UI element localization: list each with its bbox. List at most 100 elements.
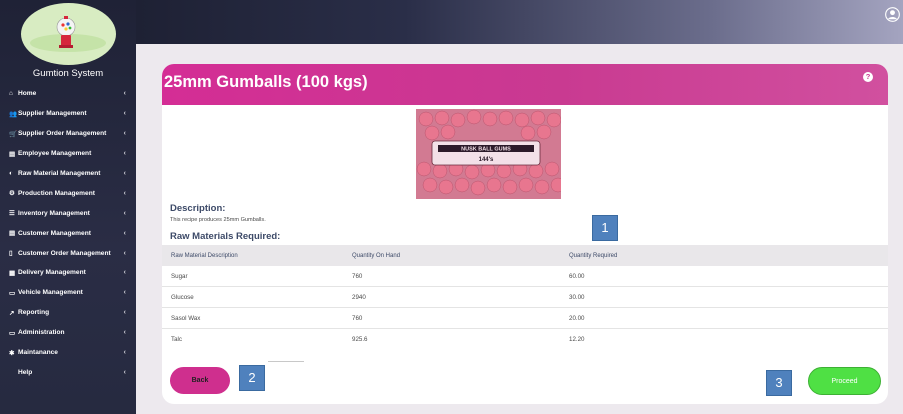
globe-icon: ◐ (9, 170, 13, 177)
sidebar-item-label: Vehicle Management (18, 289, 83, 297)
chart-icon: ↗ (9, 309, 15, 317)
table-cell: 760 (352, 272, 363, 280)
home-icon: ⌂ (9, 90, 13, 98)
table-row: Sugar 760 60.00 (162, 266, 888, 287)
sidebar-item-vehicle-management[interactable]: ▭ Vehicle Management ‹ (0, 283, 136, 303)
list-icon: ☰ (9, 210, 15, 218)
sidebar-item-label: Production Management (18, 189, 95, 197)
sidebar-item-label: Customer Management (18, 229, 91, 237)
id-card-icon: ▤ (9, 230, 16, 238)
chevron-left-icon: ‹ (123, 229, 126, 237)
table-cell: 30.00 (569, 293, 585, 301)
description-text: This recipe produces 25mm Gumballs. (170, 217, 266, 223)
page-title: 25mm Gumballs (100 kgs) (164, 73, 368, 91)
product-image: NUSK BALL GUMS 144's (416, 109, 561, 199)
chevron-left-icon: ‹ (123, 189, 126, 197)
sidebar-item-home[interactable]: ⌂ Home ‹ (0, 84, 136, 104)
cogs-icon: ⚙ (9, 190, 15, 198)
sidebar-item-supplier-order-management[interactable]: 🛒 Supplier Order Management ‹ (0, 124, 136, 144)
table-cell: Sugar (171, 272, 188, 280)
id-card-icon: ▤ (9, 150, 16, 158)
chevron-left-icon: ‹ (123, 150, 126, 158)
annotation-marker-2: 2 (239, 365, 265, 391)
table-cell: 60.00 (569, 272, 585, 280)
chevron-left-icon: ‹ (123, 289, 126, 297)
table-row: Glucose 2940 30.00 (162, 287, 888, 308)
chevron-left-icon: ‹ (123, 130, 126, 138)
sidebar-item-label: Delivery Management (18, 269, 86, 277)
sidebar-item-label: Home (18, 90, 37, 98)
product-label-text: NUSK BALL GUMS (461, 147, 511, 153)
chevron-left-icon: ‹ (123, 209, 126, 217)
sidebar-item-label: Employee Management (18, 150, 92, 158)
column-header: Quantity On Hand (352, 252, 401, 259)
sidebar-item-label: Reporting (18, 309, 50, 317)
chevron-left-icon: ‹ (123, 249, 126, 257)
annotation-marker-3: 3 (766, 370, 792, 396)
sidebar-item-help[interactable]: Help ‹ (0, 362, 136, 382)
sidebar-item-raw-material-management[interactable]: ◐ Raw Material Management ‹ (0, 164, 136, 184)
table-header: Raw Material Description Quantity On Han… (162, 245, 888, 266)
table-cell: 12.20 (569, 336, 585, 343)
chevron-left-icon: ‹ (123, 368, 126, 376)
sidebar-item-label: Help (18, 368, 33, 376)
sidebar-item-reporting[interactable]: ↗ Reporting ‹ (0, 303, 136, 323)
gear-icon: ✱ (9, 349, 15, 357)
sidebar-item-production-management[interactable]: ⚙ Production Management ‹ (0, 183, 136, 203)
chevron-left-icon: ‹ (123, 170, 126, 177)
sidebar-item-customer-management[interactable]: ▤ Customer Management ‹ (0, 223, 136, 243)
user-account-icon[interactable] (885, 7, 900, 22)
chevron-left-icon: ‹ (123, 309, 126, 317)
column-header: Raw Material Description (171, 252, 238, 259)
sidebar-item-supplier-management[interactable]: 👥 Supplier Management ‹ (0, 104, 136, 124)
sidebar-item-maintanance[interactable]: ✱ Maintanance ‹ (0, 343, 136, 363)
table-cell: Sasol Wax (171, 314, 201, 322)
sidebar-item-label: Raw Material Management (18, 170, 101, 177)
raw-materials-table: Raw Material Description Quantity On Han… (162, 245, 888, 350)
cart-icon: 🛒 (9, 130, 18, 138)
table-cell: 760 (352, 314, 363, 322)
recipe-card: 25mm Gumballs (100 kgs) ? NUSK BALL GUMS (162, 64, 888, 404)
chevron-left-icon: ‹ (123, 349, 126, 357)
laptop-icon: ▭ (9, 329, 16, 337)
sidebar-item-label: Inventory Management (18, 209, 90, 217)
warehouse-icon: ▦ (9, 269, 16, 277)
sidebar-item-delivery-management[interactable]: ▦ Delivery Management ‹ (0, 263, 136, 283)
sidebar-nav: ⌂ Home ‹ 👥 Supplier Management ‹ 🛒 Supplier Ord… (0, 84, 136, 382)
sidebar-item-customer-order-management[interactable]: ▯ Customer Order Management ‹ (0, 243, 136, 263)
table-cell: 2940 (352, 293, 366, 301)
sidebar-item-label: Maintanance (18, 349, 58, 357)
help-icon[interactable]: ? (863, 72, 873, 82)
description-heading: Description: (170, 203, 226, 214)
annotation-marker-1: 1 (592, 215, 618, 241)
proceed-button[interactable]: Proceed (808, 367, 881, 395)
card-header: 25mm Gumballs (100 kgs) ? (162, 64, 888, 105)
chevron-left-icon: ‹ (123, 269, 126, 277)
raw-materials-heading: Raw Materials Required: (170, 231, 281, 242)
table-cell: 925.6 (352, 336, 368, 343)
file-icon: ▯ (9, 250, 13, 258)
table-cell: Talc (171, 336, 183, 343)
table-cell: Glucose (171, 293, 194, 301)
car-icon: ▭ (9, 289, 16, 297)
app-brand: Gumtion System (32, 68, 104, 79)
table-row: Talc 925.6 12.20 (162, 329, 888, 350)
gumball-machine-logo (21, 3, 116, 65)
sidebar-item-label: Customer Order Management (18, 249, 111, 257)
sidebar: Gumtion System ⌂ Home ‹ 👥 Supplier Managemen… (0, 0, 136, 414)
sidebar-item-label: Supplier Order Management (18, 130, 107, 138)
sidebar-item-administration[interactable]: ▭ Administration ‹ (0, 323, 136, 343)
table-row: Sasol Wax 760 20.00 (162, 308, 888, 329)
sidebar-item-label: Administration (18, 329, 65, 337)
column-header: Quantity Required (569, 252, 618, 259)
sidebar-item-label: Supplier Management (18, 110, 87, 118)
sidebar-item-inventory-management[interactable]: ☰ Inventory Management ‹ (0, 203, 136, 223)
top-bar (136, 0, 903, 44)
chevron-left-icon: ‹ (123, 329, 126, 337)
back-button[interactable]: Back (170, 367, 230, 394)
chevron-left-icon: ‹ (123, 90, 126, 98)
sidebar-item-employee-management[interactable]: ▤ Employee Management ‹ (0, 144, 136, 164)
divider (268, 361, 304, 362)
users-icon: 👥 (9, 110, 18, 118)
product-label-count: 144's (479, 157, 494, 163)
